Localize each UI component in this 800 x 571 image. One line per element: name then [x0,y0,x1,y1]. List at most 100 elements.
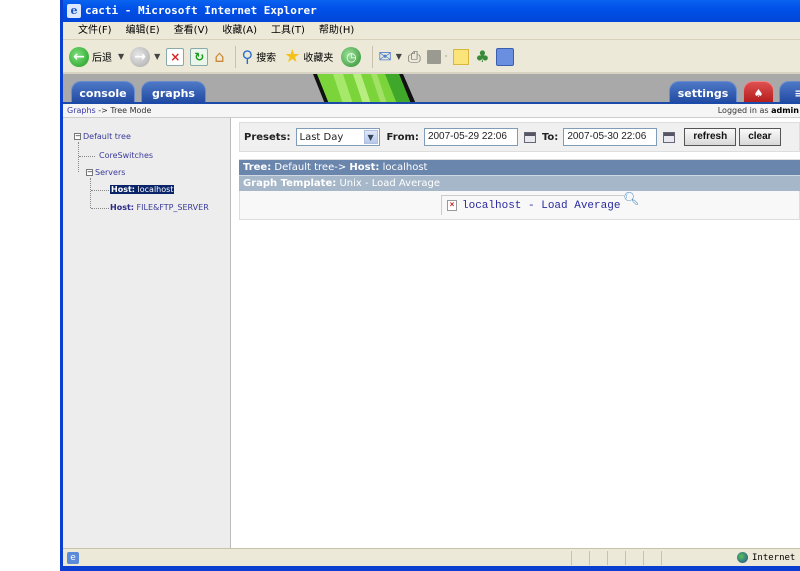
mail-dropdown-icon[interactable]: ▼ [396,52,402,61]
tree-root-label[interactable]: Default tree [83,132,131,141]
globe-icon [737,552,748,563]
from-date-input[interactable]: 2007-05-29 22:06 [423,128,518,146]
mail-button[interactable]: ✉ ▼ [378,47,402,66]
login-prefix: Logged in as [717,106,772,115]
tab-list-view[interactable]: ≡ [779,81,800,104]
graph-template-header: Graph Template: Unix - Load Average [239,175,800,191]
menu-view[interactable]: 查看(V) [167,22,216,39]
forward-arrow-icon: → [130,46,151,67]
status-divider [607,551,608,565]
print-button[interactable]: ⎙ [408,47,421,67]
tree-item-servers[interactable]: − Servers [86,168,125,177]
graph-main-panel: Presets: Last Day ▼ From: 2007-05-29 22:… [239,122,800,220]
tree-value: Default tree-> [274,162,347,173]
calendar-icon[interactable] [663,131,676,143]
tree-root[interactable]: − Default tree [74,132,131,141]
forward-button[interactable]: → ▼ [130,46,160,67]
presets-label: Presets: [244,131,291,143]
refresh-icon: ↻ [190,47,209,66]
breadcrumb-current: Tree Mode [110,106,152,115]
tree-connector [91,208,109,209]
tree-host-header: Tree: Default tree-> Host: localhost [239,159,800,175]
tab-graphs[interactable]: graphs [141,81,206,104]
graph-title[interactable]: localhost - Load Average [462,200,620,212]
calendar-icon[interactable] [523,131,536,143]
tree-item-servers-label[interactable]: Servers [95,168,125,177]
refresh-page-button[interactable]: ↻ [190,47,209,66]
graph-tree-panel: − Default tree CoreSwitches − Servers Host… [63,118,231,548]
history-button[interactable]: ◷ [341,46,362,67]
tree-connector [90,178,91,208]
status-divider [643,551,644,565]
graph-template-label: Graph Template: [243,178,337,189]
stop-icon: × [166,47,185,66]
collapse-icon[interactable]: − [74,133,81,140]
note-icon [453,48,470,65]
messenger-button[interactable]: ♣ [475,47,489,66]
graph-image-link[interactable]: × localhost - Load Average [441,195,625,215]
breadcrumb-graphs-link[interactable]: Graphs [67,106,96,115]
bluetooth-icon [495,47,514,66]
tab-settings[interactable]: settings [669,81,737,104]
toolbar-separator [235,45,237,68]
login-user: admin [771,106,799,115]
tree-connector [79,156,95,157]
presets-value: Last Day [299,131,344,143]
breadcrumb: Graphs -> Tree Mode Logged in as admin [63,102,800,118]
tree-item-coreswitches[interactable]: CoreSwitches [99,151,153,160]
list-icon: ≡ [794,87,800,100]
status-bar: e Internet [63,548,800,566]
tab-console[interactable]: console [71,81,135,104]
menu-help[interactable]: 帮助(H) [312,22,361,39]
history-icon: ◷ [341,46,362,67]
edit-dropdown-icon[interactable]: · [445,52,448,61]
forward-dropdown-icon[interactable]: ▼ [154,52,160,61]
home-button[interactable]: ⌂ [214,47,224,66]
tree-connector [78,142,79,172]
menu-bar: 文件(F) 编辑(E) 查看(V) 收藏(A) 工具(T) 帮助(H) [63,22,800,40]
notes-button[interactable] [453,48,470,65]
stop-button[interactable]: × [166,47,185,66]
to-date-input[interactable]: 2007-05-30 22:06 [563,128,658,146]
refresh-button[interactable]: refresh [684,128,737,146]
title-bar: e cacti - Microsoft Internet Explorer [63,0,800,22]
bluetooth-button[interactable] [495,47,514,66]
tree-host-fileftp-server[interactable]: Host: FILE&FTP_SERVER [110,203,209,212]
status-divider [589,551,590,565]
clear-button[interactable]: clear [739,128,781,146]
favorites-button[interactable]: ★ 收藏夹 [284,46,335,67]
menu-file[interactable]: 文件(F) [71,22,119,39]
login-status: Logged in as admin [718,104,799,118]
graph-template-value: Unix - Load Average [339,178,440,189]
presets-select[interactable]: Last Day ▼ [295,128,380,146]
tree-connector [91,190,109,191]
host-prefix: Host: [110,203,134,212]
to-label: To: [541,131,559,143]
chevron-down-icon[interactable]: ▼ [363,130,378,144]
host-label: Host: [349,162,380,173]
menu-edit[interactable]: 编辑(E) [119,22,167,39]
host-name: FILE&FTP_SERVER [136,203,209,212]
back-dropdown-icon[interactable]: ▼ [118,52,124,61]
status-divider [571,551,572,565]
cacti-banner-logo [313,74,416,104]
zoom-graph-icon[interactable]: 🔍︎ [623,192,640,207]
collapse-icon[interactable]: − [86,169,93,176]
tree-host-localhost[interactable]: Host: localhost [110,185,175,194]
search-label: 搜索 [256,53,277,64]
host-prefix: Host: [111,185,135,194]
search-icon: ⚲ [241,47,254,66]
ie-window: e cacti - Microsoft Internet Explorer 文件… [60,0,800,571]
tab-tree-view[interactable]: ♠ [743,81,774,104]
host-name: localhost [137,185,174,194]
page-status-icon: e [67,552,79,564]
menu-favorites[interactable]: 收藏(A) [215,22,264,39]
back-label: 后退 [92,53,112,64]
back-button[interactable]: ← 后退 ▼ [69,46,124,67]
back-arrow-icon: ← [69,46,89,67]
tree-icon: ♠ [753,87,764,100]
favorites-label: 收藏夹 [303,53,334,64]
menu-tools[interactable]: 工具(T) [264,22,312,39]
edit-button[interactable]: · [426,49,448,64]
search-button[interactable]: ⚲ 搜索 [241,47,278,66]
